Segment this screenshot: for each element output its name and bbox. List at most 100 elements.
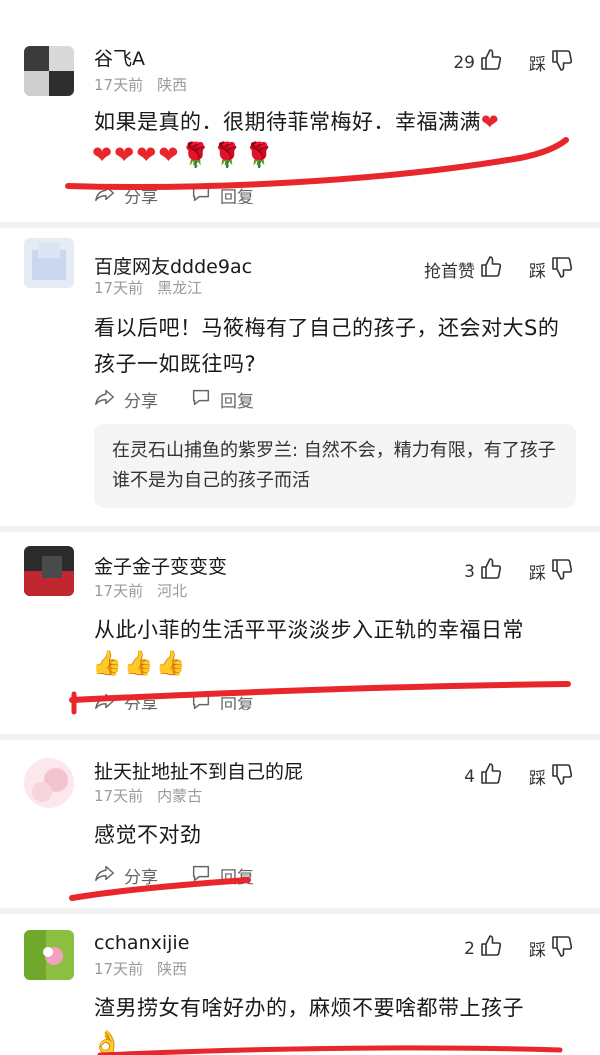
avatar[interactable]: [24, 238, 74, 288]
dislike-button[interactable]: 踩: [529, 255, 574, 284]
like-count: 29: [453, 52, 475, 73]
avatar[interactable]: [24, 758, 74, 808]
reply-author[interactable]: 在灵石山捕鱼的紫罗兰: [112, 440, 292, 461]
thumbs-up-icon: [475, 762, 503, 791]
reply-preview[interactable]: 在灵石山捕鱼的紫罗兰: 自然不会，精力有限，有了孩子谁不是为自己的孩子而活: [94, 424, 576, 508]
reply-button[interactable]: 回复: [190, 862, 254, 889]
rose-emoji: 🌹: [244, 141, 275, 169]
dislike-label: 踩: [529, 55, 546, 75]
reply-button[interactable]: 回复: [190, 690, 254, 710]
divider: [0, 222, 600, 228]
reply-icon: [190, 182, 220, 204]
share-icon: [94, 862, 124, 889]
comment-footer: 分享 回复: [94, 182, 286, 204]
emoji-row: ❤ ❤ ❤ ❤ 🌹 🌹 🌹: [92, 140, 274, 170]
username[interactable]: 百度网友ddde9ac: [94, 252, 252, 279]
emoji-row: 👍 👍 👍: [92, 648, 186, 678]
share-button[interactable]: 分享: [94, 386, 158, 413]
comment-text: 感觉不对劲: [94, 823, 202, 847]
share-label: 分享: [124, 868, 158, 888]
comment-footer: 分享 回复: [94, 386, 286, 413]
share-icon: [94, 386, 124, 413]
comment-footer: 分享 回复: [94, 862, 286, 889]
username[interactable]: cchanxijie: [94, 932, 189, 954]
dislike-label: 踩: [529, 769, 546, 789]
comment-text: 渣男捞女有啥好办的，麻烦不要啥都带上孩子: [94, 996, 524, 1020]
username[interactable]: 扯天扯地扯不到自己的屁: [94, 757, 303, 784]
thumbs-down-icon: [546, 255, 574, 284]
thumbs-down-icon: [546, 934, 574, 963]
heart-emoji: ❤: [158, 141, 179, 169]
like-button[interactable]: 2: [464, 934, 503, 963]
reply-icon: [190, 386, 220, 413]
username[interactable]: 金子金子变变变: [94, 552, 227, 579]
like-count: 3: [464, 561, 475, 582]
username[interactable]: 谷飞A: [94, 44, 145, 71]
comment-location: 内蒙古: [157, 787, 203, 805]
comment-text: 从此小菲的生活平平淡淡步入正轨的幸福日常: [94, 618, 524, 642]
like-button[interactable]: 29: [453, 48, 503, 77]
reply-label: 回复: [220, 696, 254, 710]
comment-meta: 17天前 陕西: [94, 74, 187, 95]
share-icon: [94, 182, 124, 204]
thumbs-up-emoji: 👍: [155, 649, 186, 677]
thumbs-up-icon: [475, 48, 503, 77]
comment-time: 17天前: [94, 787, 144, 805]
avatar[interactable]: [24, 930, 74, 980]
share-label: 分享: [124, 392, 158, 412]
divider: [0, 734, 600, 740]
share-label: 分享: [124, 696, 158, 710]
dislike-label: 踩: [529, 262, 546, 282]
like-button[interactable]: 抢首赞: [424, 255, 503, 284]
thumbs-down-icon: [546, 48, 574, 77]
reply-label: 回复: [220, 188, 254, 204]
share-button[interactable]: 分享: [94, 862, 158, 889]
heart-emoji: ❤: [136, 141, 157, 169]
like-count: 2: [464, 938, 475, 959]
like-button[interactable]: 4: [464, 762, 503, 791]
heart-emoji: ❤: [92, 141, 113, 169]
avatar[interactable]: [24, 546, 74, 596]
thumbs-up-icon: [475, 557, 503, 586]
share-label: 分享: [124, 188, 158, 204]
comment-time: 17天前: [94, 582, 144, 600]
rose-emoji: 🌹: [180, 141, 211, 169]
comment-meta: 17天前 河北: [94, 580, 187, 601]
like-button[interactable]: 3: [464, 557, 503, 586]
share-icon: [94, 690, 124, 710]
ok-hand-emoji: 👌: [92, 1029, 122, 1055]
dislike-label: 踩: [529, 564, 546, 584]
scribble-line: [97, 1045, 563, 1055]
comment-actions: 2 踩: [464, 934, 574, 963]
dislike-label: 踩: [529, 941, 546, 961]
comment-time: 17天前: [94, 76, 144, 94]
comment-text: 如果是真的．很期待菲常梅好．幸福满满❤: [94, 104, 574, 140]
avatar[interactable]: [24, 46, 74, 96]
comment-actions: 抢首赞 踩: [424, 255, 574, 284]
thumbs-up-emoji: 👍: [92, 649, 122, 677]
comment-meta: 17天前 黑龙江: [94, 277, 202, 298]
reply-button[interactable]: 回复: [190, 182, 254, 204]
reply-icon: [190, 690, 220, 710]
comment-actions: 29 踩: [453, 48, 574, 77]
dislike-button[interactable]: 踩: [529, 934, 574, 963]
dislike-button[interactable]: 踩: [529, 762, 574, 791]
share-button[interactable]: 分享: [94, 182, 158, 204]
share-button[interactable]: 分享: [94, 690, 158, 710]
dislike-button[interactable]: 踩: [529, 557, 574, 586]
thumbs-down-icon: [546, 762, 574, 791]
heart-emoji: ❤: [481, 110, 500, 134]
dislike-button[interactable]: 踩: [529, 48, 574, 77]
comment-actions: 4 踩: [464, 762, 574, 791]
thumbs-up-emoji: 👍: [123, 649, 154, 677]
comment-actions: 3 踩: [464, 557, 574, 586]
comment-meta: 17天前 内蒙古: [94, 785, 202, 806]
comment-footer: 分享 回复: [94, 690, 286, 710]
reply-icon: [190, 862, 220, 889]
divider: [0, 526, 600, 532]
reply-button[interactable]: 回复: [190, 386, 254, 413]
thumbs-up-icon: [475, 934, 503, 963]
comment-location: 河北: [157, 582, 188, 600]
reply-label: 回复: [220, 868, 254, 888]
like-count: 4: [464, 766, 475, 787]
